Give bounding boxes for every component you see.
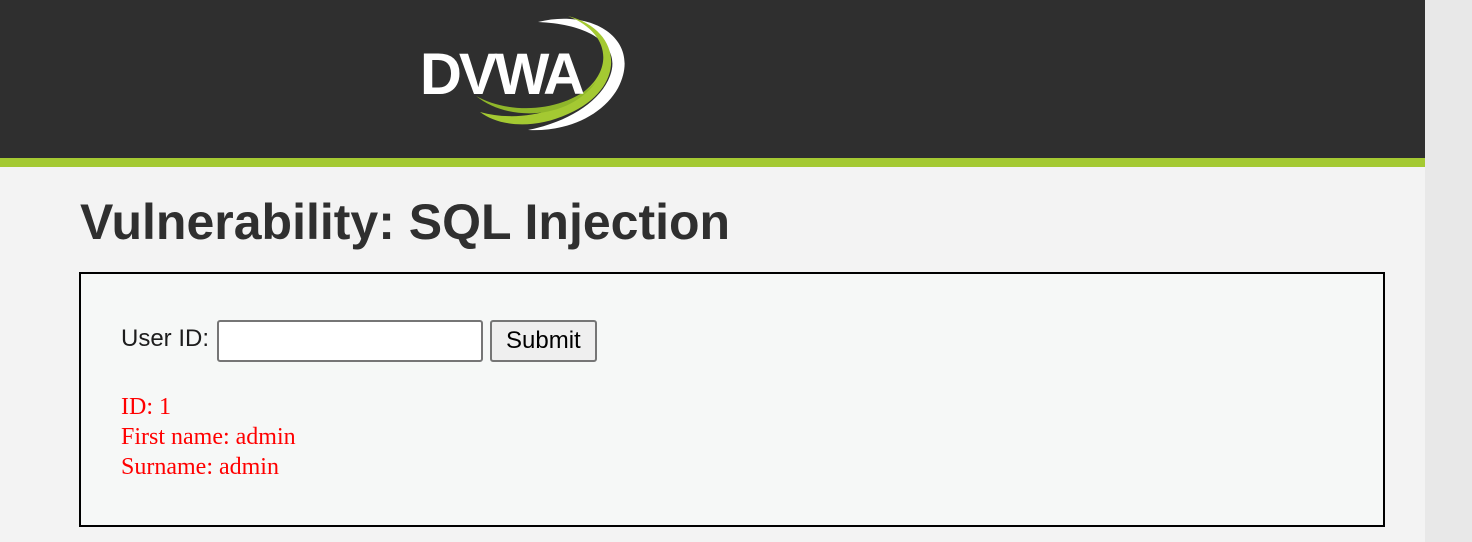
user-id-label: User ID: <box>121 325 210 352</box>
user-id-input[interactable] <box>217 320 484 362</box>
header-accent-stripe <box>0 158 1425 167</box>
user-id-form: User ID: Submit <box>121 320 597 362</box>
dvwa-logo-image: DVWA <box>420 16 625 131</box>
result-id-line: ID: 1 <box>121 394 171 420</box>
page-title: Vulnerability: SQL Injection <box>80 194 731 250</box>
vulnerable-code-area: User ID: Submit ID: 1 First name: admin … <box>79 272 1385 527</box>
logo-text: DVWA <box>420 42 584 107</box>
result-surname-line: Surname: admin <box>121 454 279 480</box>
result-first-name-line: First name: admin <box>121 424 296 450</box>
submit-button[interactable]: Submit <box>490 320 597 362</box>
query-result: ID: 1 First name: admin Surname: admin <box>121 392 296 482</box>
scrollbar-track[interactable] <box>1425 0 1472 542</box>
page: DVWA Vulnerability: SQL Injection User I… <box>0 0 1425 542</box>
dvwa-logo[interactable]: DVWA <box>418 10 632 132</box>
header: DVWA <box>0 0 1425 158</box>
